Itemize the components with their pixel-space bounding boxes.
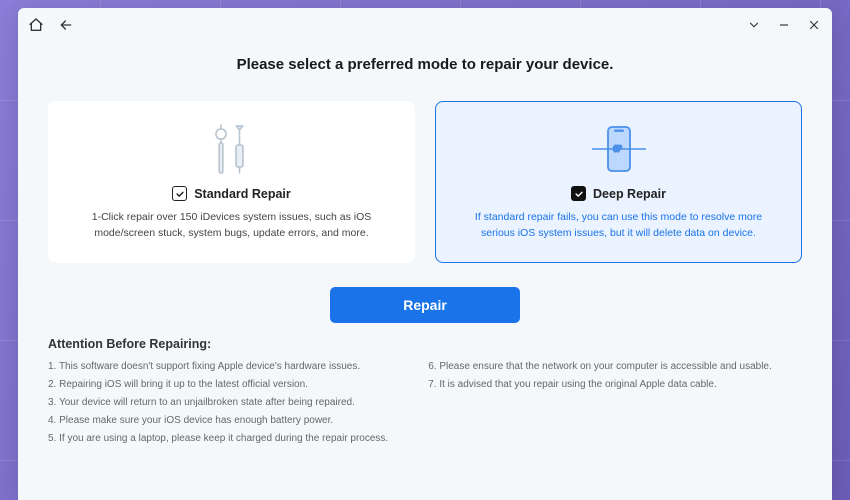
attention-item: 4. Please make sure your iOS device has … bbox=[48, 413, 388, 429]
home-button[interactable] bbox=[28, 17, 44, 33]
attention-item: 6. Please ensure that the network on you… bbox=[428, 359, 772, 375]
checkbox-icon bbox=[172, 186, 187, 201]
deep-repair-title: Deep Repair bbox=[593, 187, 666, 201]
minimize-button[interactable] bbox=[776, 17, 792, 33]
wrench-screwdriver-icon bbox=[210, 120, 254, 182]
close-button[interactable] bbox=[806, 17, 822, 33]
standard-repair-title-row: Standard Repair bbox=[172, 186, 291, 201]
page-title: Please select a preferred mode to repair… bbox=[48, 56, 802, 73]
deep-repair-desc: If standard repair fails, you can use th… bbox=[469, 209, 769, 242]
chevron-down-icon[interactable] bbox=[746, 17, 762, 33]
attention-item: 5. If you are using a laptop, please kee… bbox=[48, 431, 388, 447]
attention-title: Attention Before Repairing: bbox=[48, 337, 802, 351]
standard-repair-title: Standard Repair bbox=[194, 187, 291, 201]
deep-repair-title-row: Deep Repair bbox=[571, 186, 666, 201]
repair-button[interactable]: Repair bbox=[330, 287, 520, 323]
deep-repair-card[interactable]: Deep Repair If standard repair fails, yo… bbox=[435, 101, 802, 263]
standard-repair-card[interactable]: Standard Repair 1-Click repair over 150 … bbox=[48, 101, 415, 263]
attention-item: 3. Your device will return to an unjailb… bbox=[48, 395, 388, 411]
checkbox-checked-icon bbox=[571, 186, 586, 201]
content: Please select a preferred mode to repair… bbox=[18, 42, 832, 500]
standard-repair-desc: 1-Click repair over 150 iDevices system … bbox=[82, 209, 382, 242]
mode-cards: Standard Repair 1-Click repair over 150 … bbox=[48, 101, 802, 263]
phone-scan-icon bbox=[584, 120, 654, 182]
attention-item: 1. This software doesn't support fixing … bbox=[48, 359, 388, 375]
attention-item: 7. It is advised that you repair using t… bbox=[428, 377, 772, 393]
attention-item: 2. Repairing iOS will bring it up to the… bbox=[48, 377, 388, 393]
back-button[interactable] bbox=[58, 17, 74, 33]
attention-list: 1. This software doesn't support fixing … bbox=[48, 359, 802, 447]
app-window: Please select a preferred mode to repair… bbox=[18, 8, 832, 500]
titlebar bbox=[18, 8, 832, 42]
